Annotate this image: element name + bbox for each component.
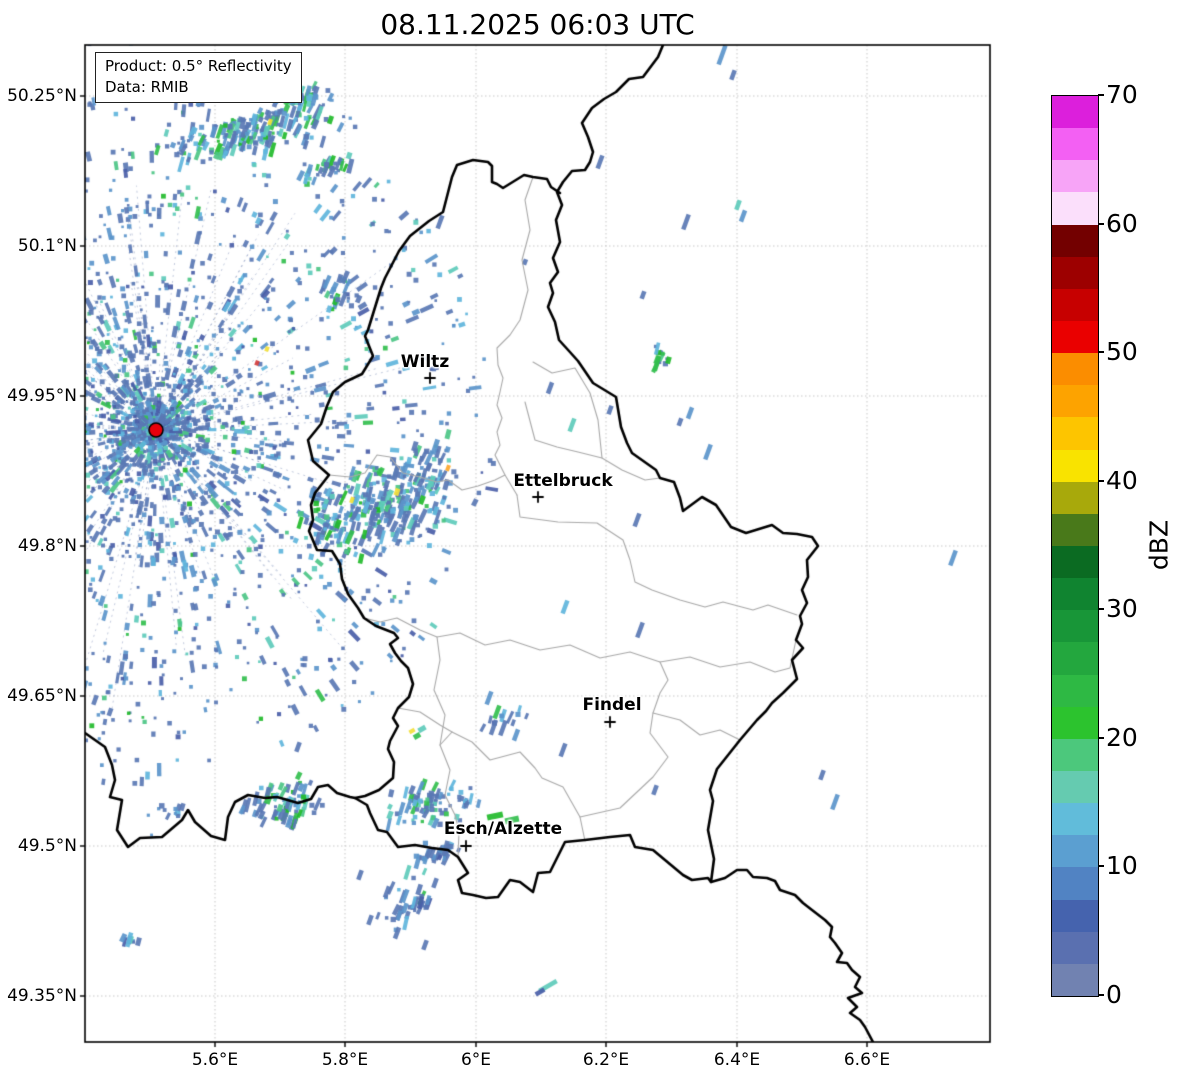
product-info-line1: Product: 0.5° Reflectivity (105, 57, 292, 75)
colorbar-segment (1052, 160, 1098, 193)
x-tick-label: 6.4°E (713, 1050, 761, 1070)
x-tick-label: 5.8°E (321, 1050, 369, 1070)
colorbar-segment (1052, 513, 1098, 546)
y-tick-label: 49.5°N (17, 836, 77, 856)
y-tick-label: 49.35°N (7, 986, 77, 1006)
colorbar-segment (1052, 353, 1098, 386)
colorbar-tick-mark (1098, 865, 1104, 868)
colorbar-segment (1052, 803, 1098, 836)
colorbar-segment (1052, 835, 1098, 868)
colorbar-segment (1052, 770, 1098, 804)
colorbar-segment (1052, 224, 1098, 257)
colorbar-segment (1052, 96, 1098, 129)
colorbar-segment (1052, 674, 1098, 707)
colorbar-tick-mark (1098, 736, 1104, 739)
colorbar-segment (1052, 931, 1098, 964)
colorbar-segment (1052, 481, 1098, 514)
city-label: Wiltz (400, 352, 450, 372)
city-label: Ettelbruck (513, 471, 613, 491)
colorbar-segment (1052, 706, 1098, 739)
city-label: Findel (582, 695, 642, 715)
figure-title: 08.11.2025 06:03 UTC (380, 8, 695, 41)
colorbar-tick-mark (1098, 351, 1104, 354)
radar-map-canvas (0, 0, 1184, 1081)
colorbar-unit-label: dBZ (1144, 519, 1174, 571)
y-tick-label: 49.95°N (7, 386, 77, 406)
colorbar-segment (1052, 192, 1098, 225)
colorbar-segment (1052, 578, 1098, 611)
y-tick-label: 50.1°N (17, 236, 77, 256)
colorbar-tick-label: 70 (1106, 80, 1138, 109)
colorbar-segment (1052, 128, 1098, 161)
colorbar-segment (1052, 610, 1098, 643)
colorbar-segment (1052, 963, 1098, 996)
y-tick-label: 49.65°N (7, 686, 77, 706)
colorbar-segment (1052, 385, 1098, 418)
colorbar-segment (1052, 899, 1098, 932)
product-info-box: Product: 0.5° Reflectivity Data: RMIB (95, 52, 302, 103)
colorbar-tick-label: 30 (1106, 594, 1138, 624)
colorbar-segment (1052, 738, 1098, 771)
colorbar-tick-mark (1098, 222, 1104, 225)
colorbar-tick-label: 0 (1106, 980, 1122, 1009)
colorbar-tick-label: 10 (1106, 851, 1138, 881)
x-tick-label: 6°E (460, 1050, 492, 1070)
colorbar-tick-label: 50 (1106, 337, 1138, 367)
colorbar-tick-label: 40 (1106, 465, 1138, 495)
city-label: Esch/Alzette (443, 819, 563, 839)
radar-figure: 08.11.2025 06:03 UTC Product: 0.5° Refle… (0, 0, 1184, 1081)
colorbar-tick-mark (1098, 994, 1104, 996)
colorbar-tick-mark (1098, 94, 1104, 96)
product-info-line2: Data: RMIB (105, 78, 189, 96)
colorbar-segment (1052, 642, 1098, 675)
colorbar-gradient (1051, 95, 1099, 997)
x-tick-label: 6.6°E (843, 1050, 891, 1070)
colorbar-tick-mark (1098, 608, 1104, 611)
x-tick-label: 6.2°E (582, 1050, 630, 1070)
colorbar-tick-mark (1098, 479, 1104, 482)
y-tick-label: 50.25°N (7, 86, 77, 106)
colorbar-segment (1052, 545, 1098, 579)
colorbar-segment (1052, 288, 1098, 321)
colorbar-tick-label: 60 (1106, 208, 1138, 238)
colorbar-segment (1052, 320, 1098, 354)
y-tick-label: 49.8°N (17, 536, 77, 556)
colorbar-tick-label: 20 (1106, 722, 1138, 752)
colorbar-segment (1052, 417, 1098, 450)
colorbar-segment (1052, 256, 1098, 289)
colorbar-segment (1052, 449, 1098, 482)
x-tick-label: 5.6°E (191, 1050, 239, 1070)
colorbar-segment (1052, 867, 1098, 900)
